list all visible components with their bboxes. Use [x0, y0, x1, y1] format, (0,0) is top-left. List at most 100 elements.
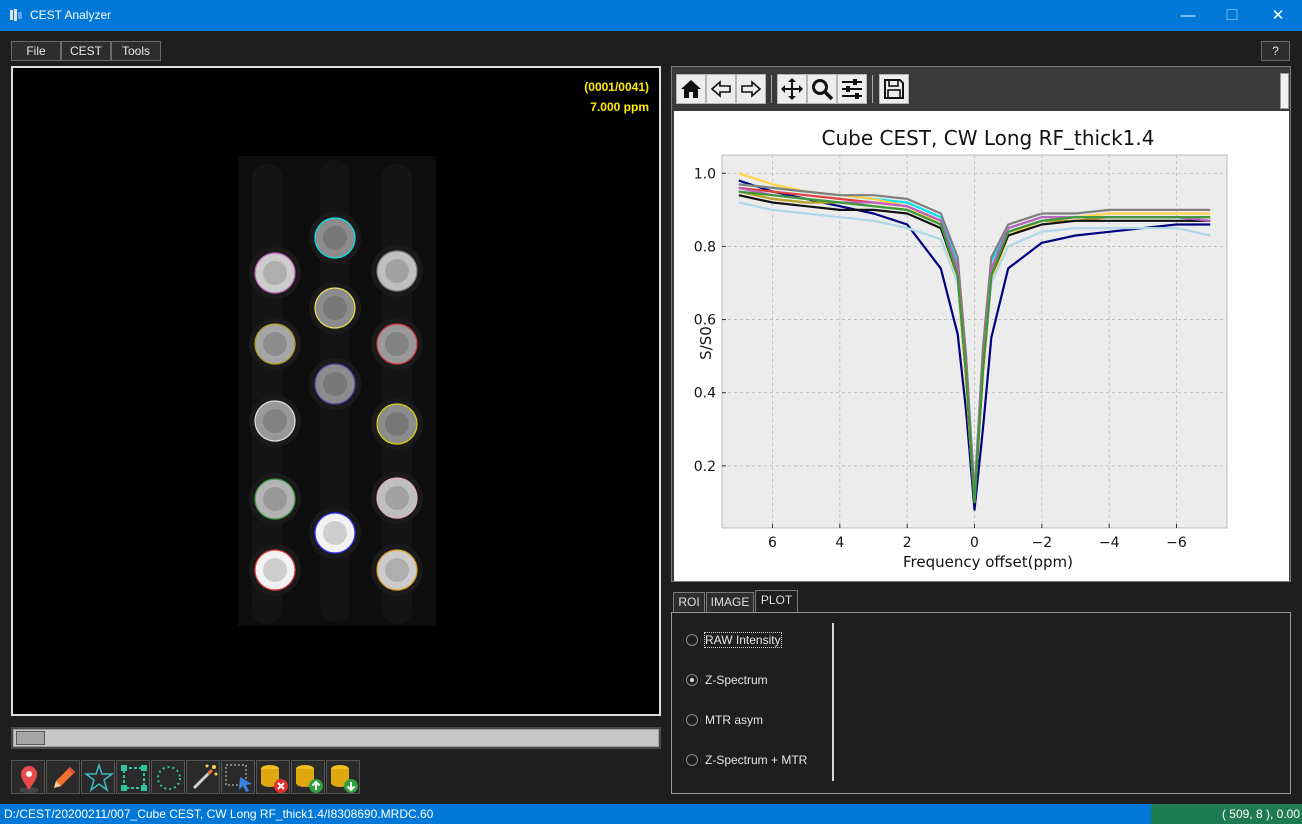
- plot-panel: 6 4 2 0 −2 −4 −6 0.2 0.4 0.6 0.8 1.0 Cube CEST, CW …: [671, 66, 1291, 582]
- chart-title: Cube CEST, CW Long RF_thick1.4: [822, 126, 1155, 150]
- circle-roi-icon: [157, 766, 181, 790]
- tab-plot[interactable]: PLOT: [755, 590, 798, 614]
- select-arrow-icon: [225, 764, 252, 792]
- slider-handle[interactable]: [16, 731, 45, 745]
- plot-scrollbar[interactable]: [1280, 73, 1289, 109]
- magic-wand-button[interactable]: [186, 760, 220, 794]
- x-tick-label: 0: [970, 535, 979, 551]
- back-button[interactable]: [706, 74, 736, 104]
- forward-button[interactable]: [736, 74, 766, 104]
- title-bar: CEST Analyzer — ☐ ✕: [0, 0, 1302, 31]
- tab-roi[interactable]: ROI: [673, 592, 705, 613]
- file-path: D:/CEST/20200211/007_Cube CEST, CW Long …: [4, 807, 434, 821]
- home-button[interactable]: [676, 74, 706, 104]
- x-axis-label: Frequency offset(ppm): [903, 553, 1073, 571]
- minimize-button[interactable]: —: [1165, 0, 1211, 31]
- select-roi-button[interactable]: [221, 760, 255, 794]
- configure-button[interactable]: [837, 74, 867, 104]
- z-spectrum-chart: 6 4 2 0 −2 −4 −6 0.2 0.4 0.6 0.8 1.0 Cube CEST, CW …: [694, 126, 1228, 571]
- vial-core: [323, 296, 347, 320]
- radio-button[interactable]: [686, 674, 698, 686]
- vial-core: [385, 259, 409, 283]
- plot-toolbar: [674, 69, 1289, 109]
- vial-core: [263, 487, 287, 511]
- pencil-icon: [54, 767, 75, 788]
- radio-button[interactable]: [686, 714, 698, 726]
- forward-icon: [741, 80, 762, 98]
- save-figure-button[interactable]: [879, 74, 909, 104]
- zoom-button[interactable]: [807, 74, 837, 104]
- window-title: CEST Analyzer: [30, 8, 112, 22]
- download-roi-icon: [331, 765, 358, 793]
- vial-core: [263, 409, 287, 433]
- close-button[interactable]: ✕: [1255, 0, 1301, 31]
- pan-button[interactable]: [777, 74, 807, 104]
- tab-image[interactable]: IMAGE: [706, 592, 754, 613]
- cursor-coordinates: ( 509, 8 ), 0.00: [1151, 804, 1302, 824]
- radio-label: MTR asym: [705, 713, 763, 727]
- x-tick-label: −4: [1099, 535, 1120, 551]
- maximize-button[interactable]: ☐: [1209, 0, 1255, 31]
- y-tick-label: 0.2: [694, 459, 716, 475]
- vial-core: [385, 558, 409, 582]
- help-button[interactable]: ?: [1261, 41, 1290, 61]
- y-tick-label: 0.4: [694, 386, 716, 402]
- vial-core: [385, 486, 409, 510]
- z-spectrum-figure: 6 4 2 0 −2 −4 −6 0.2 0.4 0.6 0.8 1.0 Cube CEST, CW …: [674, 111, 1289, 581]
- offset-label: 7.000 ppm: [590, 100, 649, 114]
- roi-pin-button[interactable]: [11, 760, 45, 794]
- vial-core: [385, 332, 409, 356]
- y-tick-label: 0.8: [694, 239, 716, 255]
- x-tick-label: 4: [835, 535, 844, 551]
- x-tick-label: 2: [903, 535, 912, 551]
- polygon-tool-button[interactable]: [81, 760, 115, 794]
- radio-label: Z-Spectrum: [705, 673, 768, 687]
- back-icon: [710, 80, 731, 98]
- download-roi-button[interactable]: [326, 760, 360, 794]
- pan-icon: [781, 78, 803, 100]
- radio-button[interactable]: [686, 754, 698, 766]
- square-roi-icon: [121, 765, 147, 791]
- vial-core: [263, 558, 287, 582]
- toolbar-separator: [872, 75, 873, 103]
- pencil-tool-button[interactable]: [46, 760, 80, 794]
- vial-core: [263, 332, 287, 356]
- upload-roi-icon: [296, 765, 323, 793]
- menu-bar: File CEST Tools ?: [0, 31, 1302, 64]
- y-tick-label: 1.0: [694, 166, 716, 182]
- menu-cest[interactable]: CEST: [61, 41, 111, 61]
- frame-slider[interactable]: [11, 727, 661, 749]
- save-icon: [884, 79, 904, 99]
- image-viewer[interactable]: (0001/0041) 7.000 ppm: [11, 66, 661, 716]
- vial-core: [263, 261, 287, 285]
- square-roi-button[interactable]: [116, 760, 150, 794]
- magic-wand-icon: [192, 764, 218, 790]
- vial-core: [323, 521, 347, 545]
- plot-options-panel: RAW Intensity Z-Spectrum MTR asym Z-Spec…: [671, 612, 1291, 794]
- star-polygon-icon: [83, 762, 115, 792]
- toolbar-separator: [771, 75, 772, 103]
- x-tick-label: 6: [768, 535, 777, 551]
- delete-roi-button[interactable]: [256, 760, 290, 794]
- radio-label: RAW Intensity: [704, 632, 782, 648]
- x-tick-label: −6: [1166, 535, 1187, 551]
- y-axis-label: S/S0: [697, 326, 715, 360]
- radio-button[interactable]: [686, 634, 698, 646]
- zoom-icon: [812, 79, 834, 101]
- y-tick-label: 0.6: [694, 313, 716, 329]
- app-icon: [10, 9, 22, 21]
- frame-counter: (0001/0041): [584, 80, 649, 94]
- delete-roi-icon: [261, 765, 288, 793]
- menu-file[interactable]: File: [11, 41, 61, 61]
- vial-core: [323, 226, 347, 250]
- vial-core: [385, 412, 409, 436]
- phantom-image[interactable]: [13, 68, 659, 714]
- circle-roi-button[interactable]: [151, 760, 185, 794]
- configure-icon: [842, 79, 862, 99]
- upload-roi-button[interactable]: [291, 760, 325, 794]
- x-tick-label: −2: [1032, 535, 1053, 551]
- status-bar: D:/CEST/20200211/007_Cube CEST, CW Long …: [0, 804, 1302, 824]
- menu-tools[interactable]: Tools: [111, 41, 161, 61]
- radio-label: Z-Spectrum + MTR: [705, 753, 808, 767]
- vial-core: [323, 372, 347, 396]
